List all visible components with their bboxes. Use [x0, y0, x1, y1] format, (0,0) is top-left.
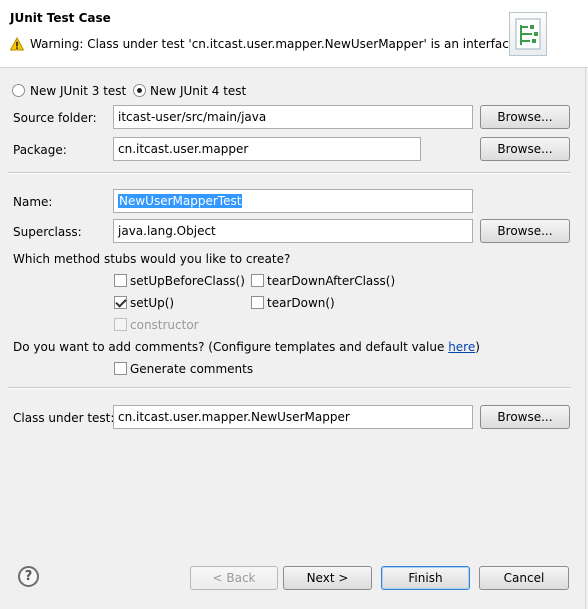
junit3-radio[interactable] [12, 84, 25, 97]
junit-wizard-banner-icon [509, 12, 547, 56]
warning-icon [10, 37, 24, 51]
superclass-browse-button[interactable]: Browse... [480, 219, 570, 243]
generate-comments-label[interactable]: Generate comments [130, 362, 253, 376]
wizard-banner: JUnit Test Case Warning: Class under tes… [0, 0, 588, 68]
cancel-button[interactable]: Cancel [479, 566, 569, 590]
comments-question-text: Do you want to add comments? (Configure … [13, 340, 449, 354]
teardownafterclass-label[interactable]: tearDownAfterClass() [267, 274, 395, 288]
junit3-label[interactable]: New JUnit 3 test [30, 84, 126, 98]
junit4-label[interactable]: New JUnit 4 test [150, 84, 246, 98]
comments-question: Do you want to add comments? (Configure … [13, 340, 480, 354]
wizard-title: JUnit Test Case [10, 11, 111, 25]
class-under-test-browse-button[interactable]: Browse... [480, 405, 570, 429]
source-folder-label: Source folder: [13, 111, 97, 125]
separator [8, 387, 571, 389]
comments-question-close: ) [475, 340, 480, 354]
junit4-radio[interactable] [133, 84, 146, 97]
setup-label[interactable]: setUp() [130, 296, 174, 310]
name-field[interactable]: NewUserMapperTest [113, 189, 473, 213]
class-under-test-field[interactable]: cn.itcast.user.mapper.NewUserMapper [113, 405, 473, 429]
package-browse-button[interactable]: Browse... [480, 137, 570, 161]
source-folder-browse-button[interactable]: Browse... [480, 105, 570, 129]
next-button[interactable]: Next > [283, 566, 372, 590]
constructor-checkbox [114, 318, 127, 331]
package-label: Package: [13, 143, 67, 157]
teardown-label[interactable]: tearDown() [267, 296, 335, 310]
package-field[interactable]: cn.itcast.user.mapper [113, 137, 421, 161]
class-under-test-label: Class under test: [13, 411, 115, 425]
superclass-label: Superclass: [13, 225, 82, 239]
name-field-value: NewUserMapperTest [118, 194, 243, 208]
configure-templates-link[interactable]: here [448, 340, 475, 354]
setupbeforeclass-label[interactable]: setUpBeforeClass() [130, 274, 245, 288]
help-icon[interactable]: ? [18, 566, 39, 587]
source-folder-field[interactable]: itcast-user/src/main/java [113, 105, 473, 129]
teardownafterclass-checkbox[interactable] [251, 274, 264, 287]
setupbeforeclass-checkbox[interactable] [114, 274, 127, 287]
name-label: Name: [13, 195, 53, 209]
finish-button[interactable]: Finish [381, 566, 470, 590]
back-button: < Back [190, 566, 278, 590]
generate-comments-checkbox[interactable] [114, 362, 127, 375]
warning-text: Warning: Class under test 'cn.itcast.use… [30, 37, 521, 51]
constructor-label: constructor [130, 318, 199, 332]
warning-message: Warning: Class under test 'cn.itcast.use… [10, 37, 520, 51]
method-stubs-question: Which method stubs would you like to cre… [13, 252, 291, 266]
setup-checkbox[interactable] [114, 296, 127, 309]
separator [8, 172, 571, 174]
superclass-field[interactable]: java.lang.Object [113, 219, 473, 243]
teardown-checkbox[interactable] [251, 296, 264, 309]
